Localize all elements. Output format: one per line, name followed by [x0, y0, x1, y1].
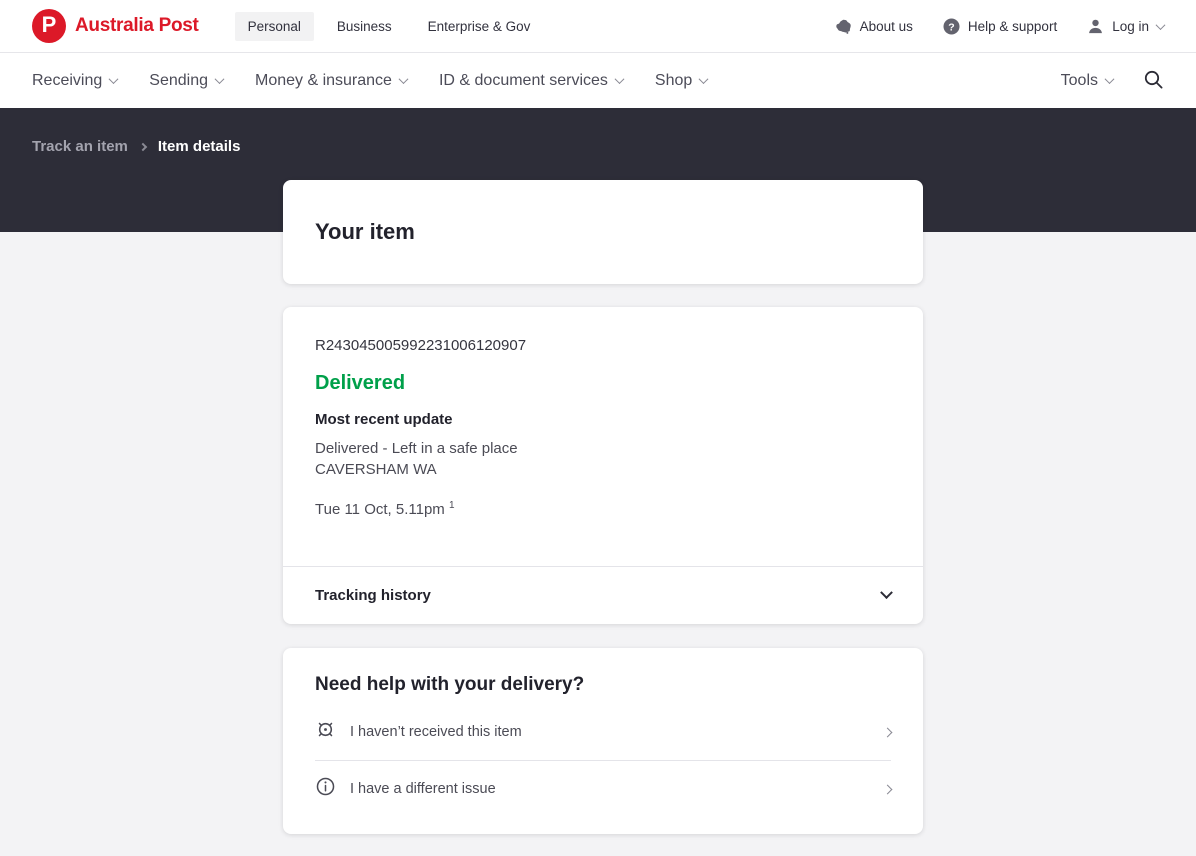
breadcrumb-item-details: Item details — [157, 138, 241, 155]
about-us-label: About us — [859, 18, 913, 34]
nav-item-money-insurance[interactable]: Money & insurance — [254, 71, 409, 90]
nav-item-tools[interactable]: Tools — [1060, 71, 1115, 90]
tracking-history-label: Tracking history — [315, 587, 431, 604]
tab-enterprise-gov[interactable]: Enterprise & Gov — [415, 12, 544, 41]
australia-post-logo[interactable]: P Australia Post — [32, 9, 199, 43]
search-button[interactable] — [1143, 69, 1164, 93]
tab-personal[interactable]: Personal — [234, 11, 314, 41]
tracking-history-accordion[interactable]: Tracking history — [283, 567, 923, 624]
chevron-down-icon — [1155, 19, 1166, 30]
update-timestamp-text: Tue 11 Oct, 5.11pm — [315, 501, 445, 518]
help-item-different-issue[interactable]: I have a different issue — [315, 760, 893, 816]
brand-name: Australia Post — [75, 15, 199, 36]
content-column: Your item R243045005992231006120907 Deli… — [283, 180, 923, 850]
info-icon — [315, 776, 336, 802]
chevron-down-icon — [108, 74, 119, 85]
login-label: Log in — [1112, 18, 1149, 34]
main-navigation: Receiving Sending Money & insurance ID &… — [0, 53, 1196, 108]
chevron-right-icon — [882, 723, 893, 741]
help-item-label: I have a different issue — [350, 780, 496, 797]
help-icon: ? — [943, 18, 960, 35]
update-location: CAVERSHAM WA — [315, 461, 437, 478]
breadcrumb-track-an-item[interactable]: Track an item — [32, 138, 128, 155]
page-title: Your item — [315, 219, 415, 244]
nav-label-sending: Sending — [149, 71, 208, 89]
nav-label-tools: Tools — [1060, 71, 1098, 89]
nav-label-money-insurance: Money & insurance — [254, 71, 392, 89]
your-item-card: Your item — [283, 180, 923, 284]
login-menu[interactable]: Log in — [1087, 18, 1166, 35]
status-badge: Delivered — [315, 372, 406, 394]
search-icon — [1143, 69, 1164, 93]
chevron-right-icon — [882, 780, 893, 798]
tracking-details-card: R243045005992231006120907 Delivered Most… — [283, 307, 923, 624]
about-us-link[interactable]: About us — [835, 19, 913, 34]
help-support-link[interactable]: ? Help & support — [943, 18, 1057, 35]
breadcrumb: Track an item Item details — [32, 138, 1164, 155]
chevron-down-icon — [880, 585, 893, 605]
update-description: Delivered - Left in a safe place — [315, 440, 518, 457]
help-support-label: Help & support — [967, 18, 1058, 34]
chevron-right-icon — [138, 142, 148, 151]
user-icon — [1087, 18, 1104, 35]
chevron-down-icon — [614, 74, 625, 85]
australia-map-icon — [835, 19, 852, 34]
recent-update-heading: Most recent update — [315, 411, 453, 428]
help-item-not-received[interactable]: I haven’t received this item — [315, 704, 893, 760]
need-help-card: Need help with your delivery? I haven’t … — [283, 648, 923, 834]
top-links: About us ? Help & support Log in — [835, 18, 1166, 35]
nav-item-receiving[interactable]: Receiving — [32, 71, 119, 90]
footnote-marker: 1 — [448, 500, 455, 511]
tab-business[interactable]: Business — [324, 12, 405, 41]
chevron-down-icon — [214, 74, 225, 85]
need-help-title: Need help with your delivery? — [315, 674, 585, 695]
help-item-label: I haven’t received this item — [350, 724, 522, 740]
nav-item-id-document-services[interactable]: ID & document services — [438, 71, 625, 90]
svg-text:?: ? — [948, 21, 954, 33]
chevron-down-icon — [1104, 74, 1115, 85]
update-timestamp: Tue 11 Oct, 5.11pm 1 — [315, 500, 891, 518]
nav-items: Receiving Sending Money & insurance ID &… — [32, 71, 709, 90]
tracking-details-body: R243045005992231006120907 Delivered Most… — [283, 307, 923, 566]
nav-label-id-document-services: ID & document services — [438, 71, 608, 89]
nav-right: Tools — [1061, 69, 1164, 93]
nav-item-shop[interactable]: Shop — [654, 71, 709, 90]
nav-label-receiving: Receiving — [32, 71, 103, 89]
australia-post-logo-icon: P — [32, 9, 66, 43]
nav-item-sending[interactable]: Sending — [149, 71, 225, 90]
target-icon — [315, 719, 336, 745]
tracking-number: R243045005992231006120907 — [315, 337, 527, 354]
top-utility-bar: P Australia Post Personal Business Enter… — [0, 0, 1196, 53]
nav-label-shop: Shop — [654, 71, 693, 89]
audience-tabs: Personal Business Enterprise & Gov — [234, 11, 544, 41]
chevron-down-icon — [698, 74, 709, 85]
chevron-down-icon — [398, 74, 409, 85]
